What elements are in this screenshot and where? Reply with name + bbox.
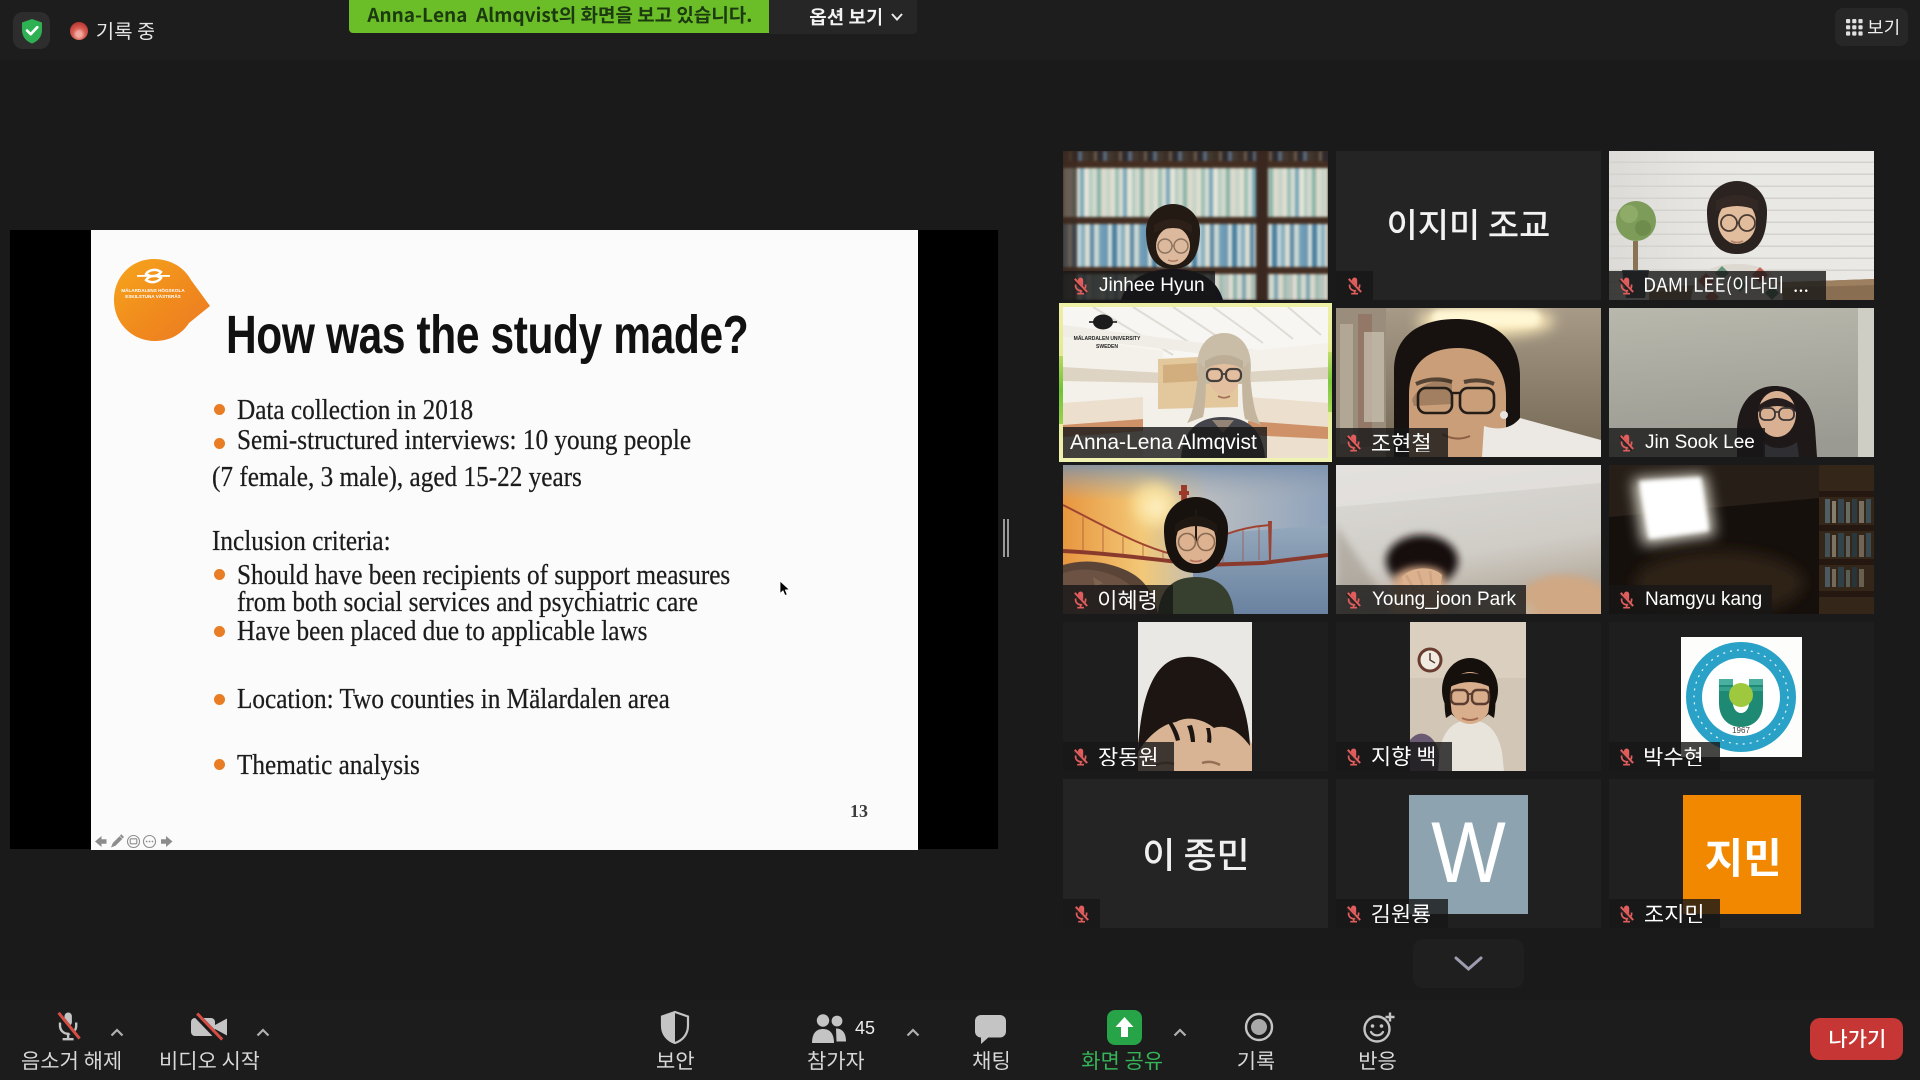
svg-text:1967: 1967 — [1732, 726, 1750, 735]
svg-text:ESKILSTUNA VÄSTERÅS: ESKILSTUNA VÄSTERÅS — [125, 293, 180, 299]
svg-text:MÄLARDALENS HÖGSKOLA: MÄLARDALENS HÖGSKOLA — [121, 287, 185, 293]
svg-text:MÄLARDALEN UNIVERSITY: MÄLARDALEN UNIVERSITY — [1074, 335, 1141, 342]
svg-text:SWEDEN: SWEDEN — [1096, 344, 1118, 350]
